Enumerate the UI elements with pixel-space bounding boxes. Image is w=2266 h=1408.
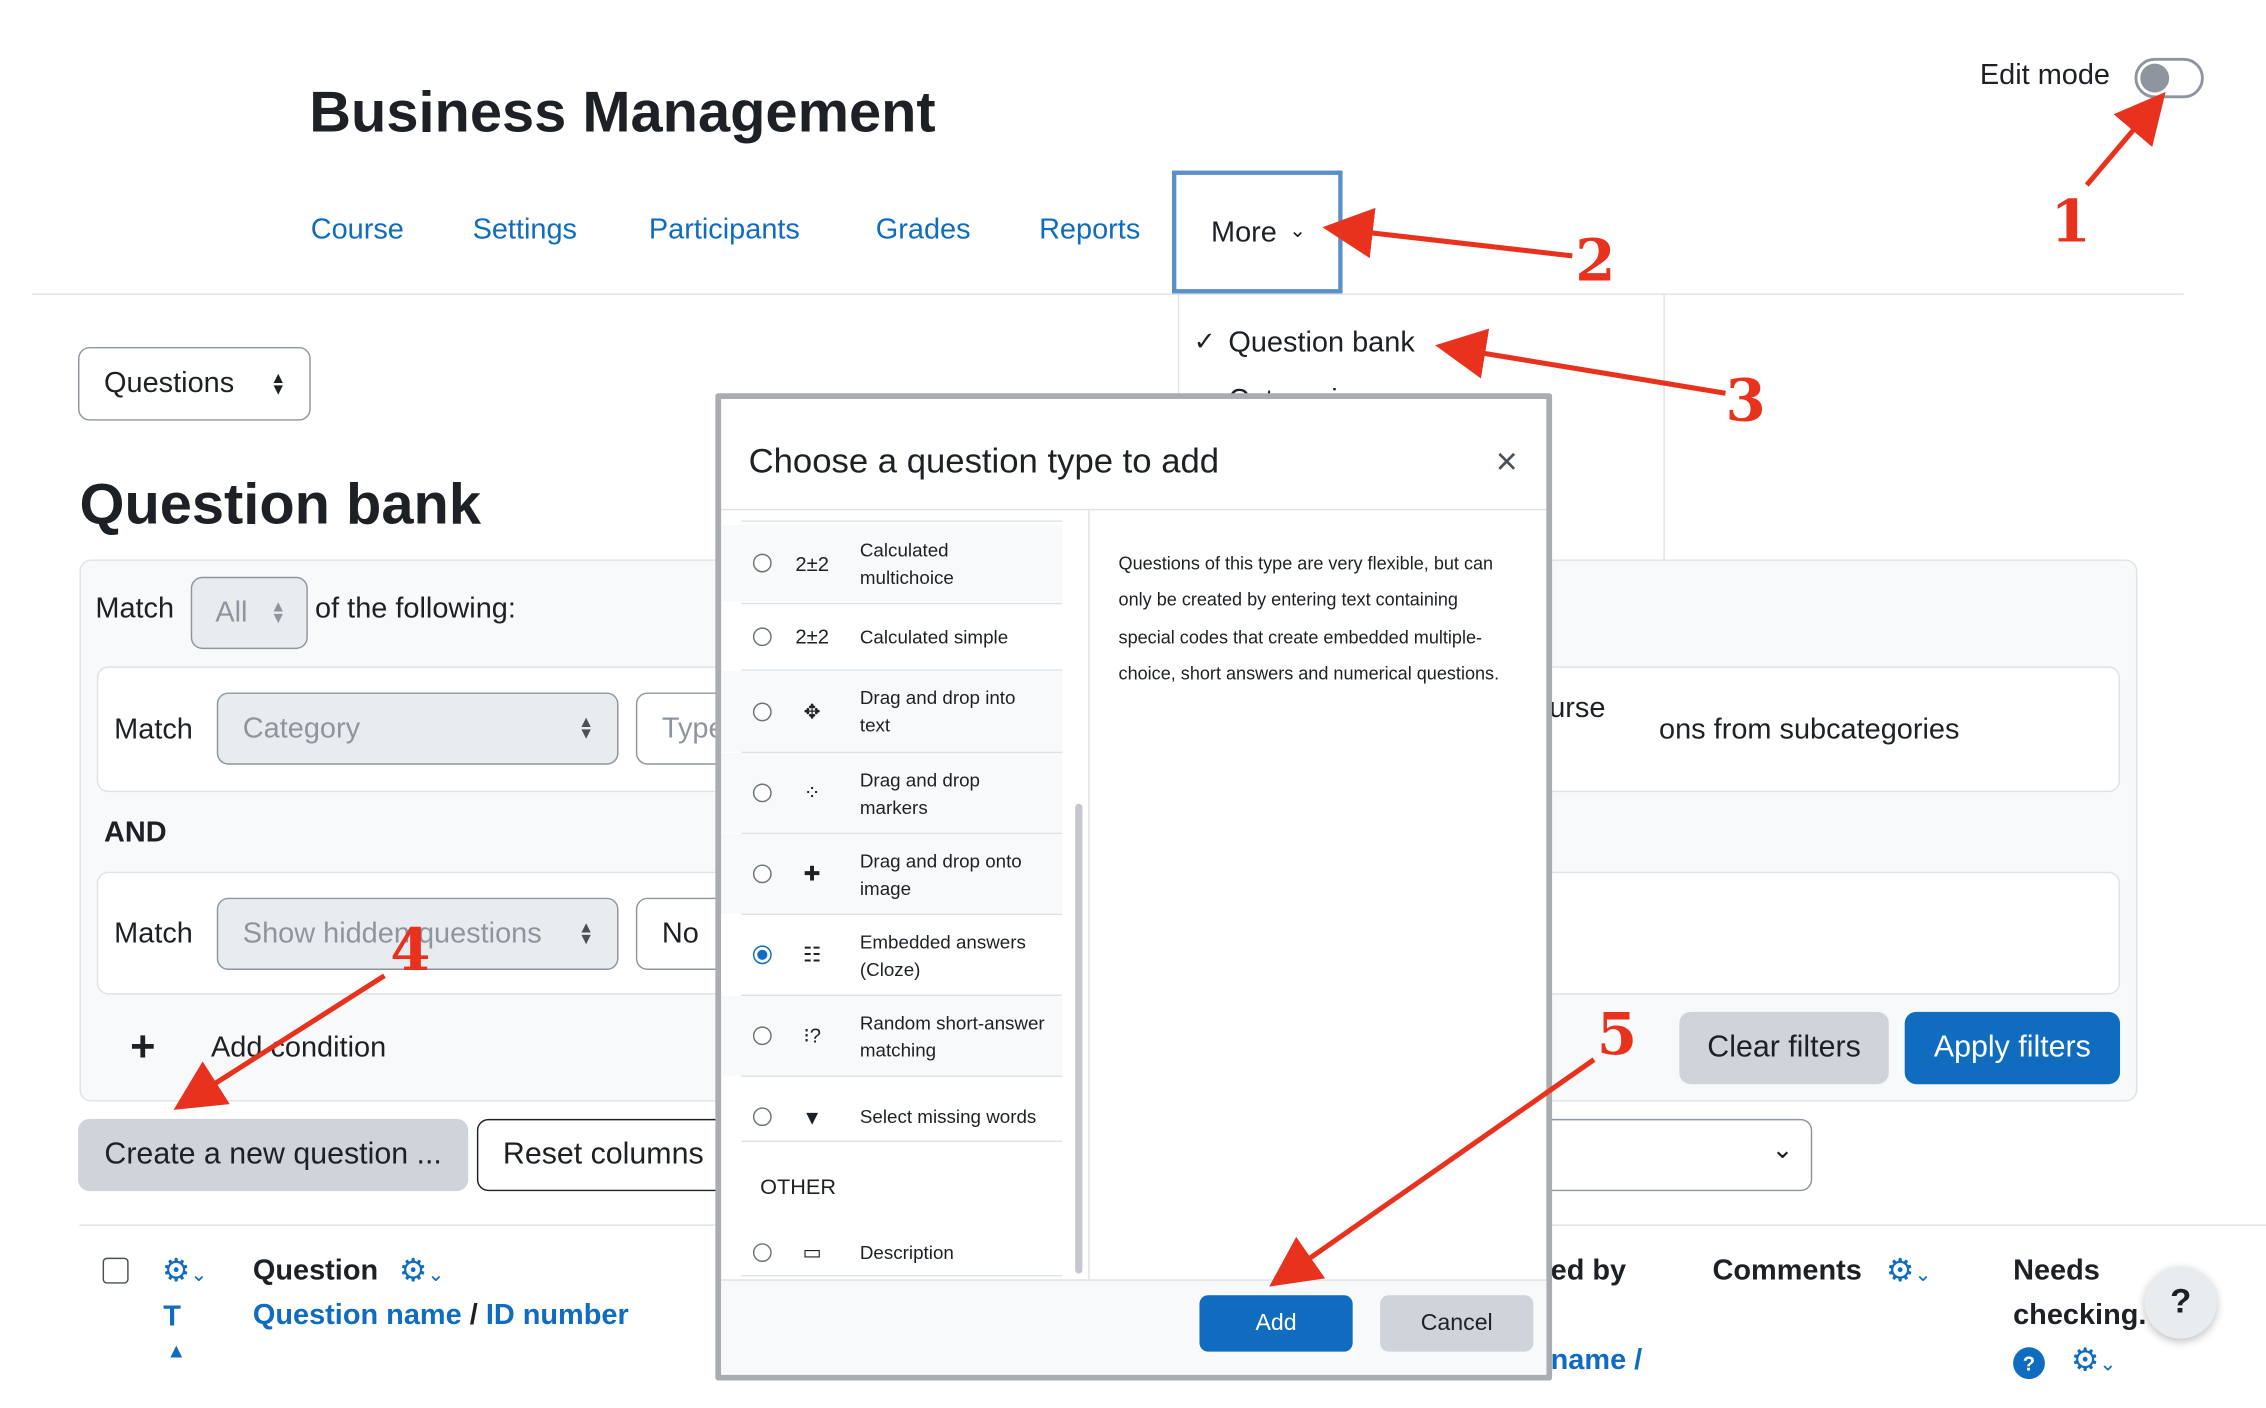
arrow-1 <box>2084 92 2166 187</box>
arrow-3 <box>1435 328 1726 396</box>
arrow-5 <box>1269 1057 1596 1287</box>
arrow-4 <box>173 973 386 1110</box>
arrow-2 <box>1322 207 1573 259</box>
annotation-2: 2 <box>1575 226 1616 295</box>
annotation-5: 5 <box>1596 1000 1638 1069</box>
annotation-arrows <box>173 92 2166 1287</box>
annotation-4: 4 <box>390 916 431 985</box>
annotation-1: 1 <box>2050 187 2091 256</box>
annotation-3: 3 <box>1725 367 1766 436</box>
